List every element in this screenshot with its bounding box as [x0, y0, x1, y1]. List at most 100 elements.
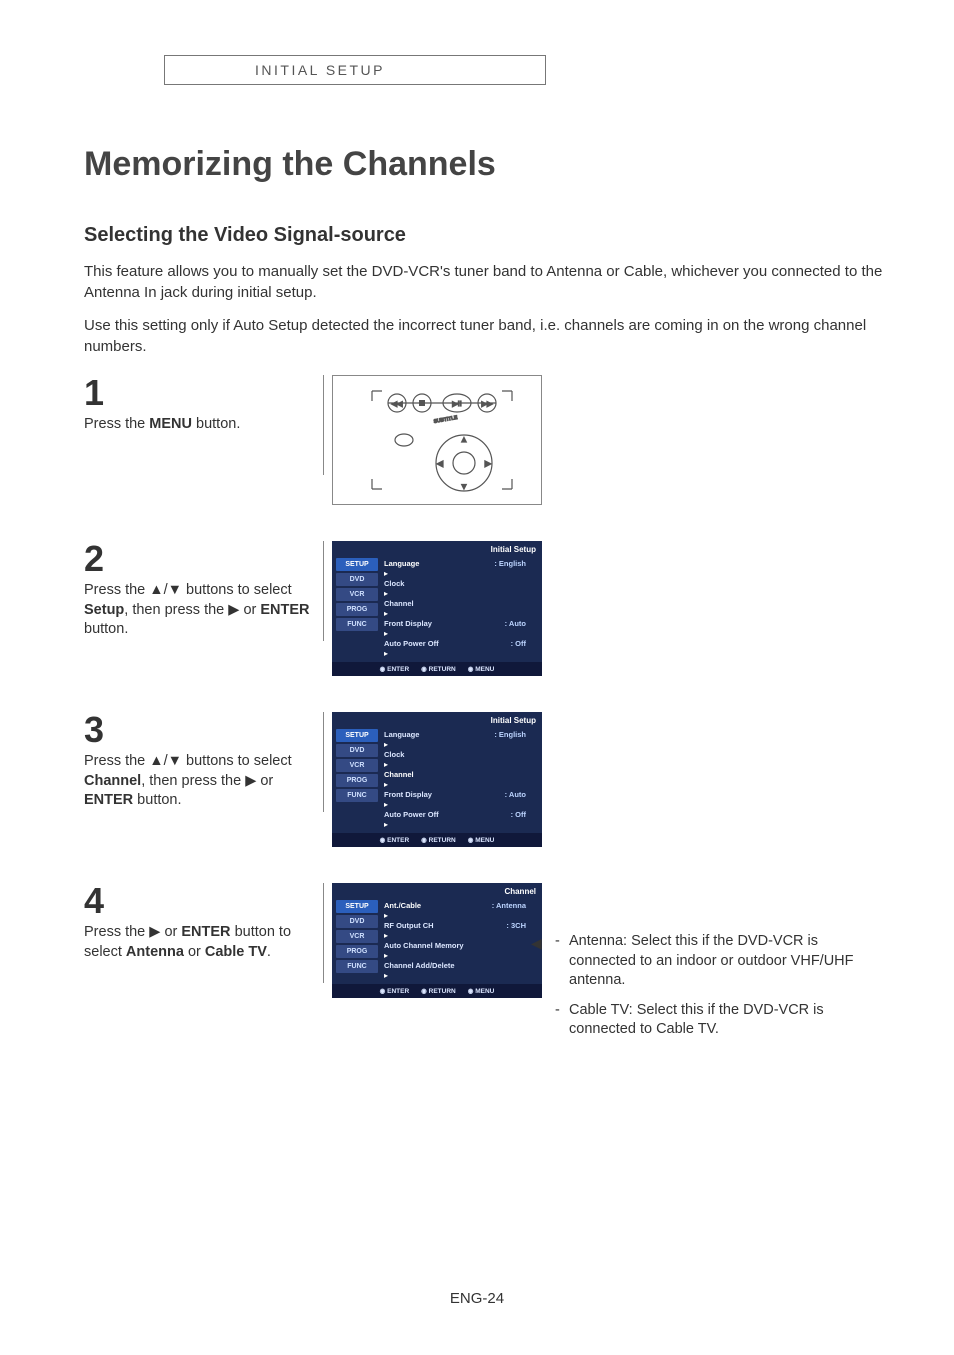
osd-tab-dvd: DVD [336, 573, 378, 586]
osd-item-value: : English [494, 730, 536, 739]
step-1-figure: ◀◀ ▶II ▶▶ SUBTITLE [324, 375, 544, 505]
osd-footer: ◉ ENTER ◉ RETURN ◉ MENU [332, 662, 542, 676]
step-3-text: 3 Press the ▲/▼ buttons to select Channe… [84, 712, 324, 812]
caret-icon: ▸ [384, 649, 388, 658]
osd-title: Initial Setup [332, 714, 542, 727]
bold-text: Channel [84, 773, 141, 789]
osd-item-label: Clock [384, 750, 404, 759]
osd-list: Language: English▸ Clock▸ Channel▸ Front… [378, 558, 538, 658]
right-arrow-icon: ▶ [245, 773, 256, 789]
intro-paragraph-1: This feature allows you to manually set … [84, 261, 894, 303]
label: MENU [475, 837, 494, 844]
label: RETURN [429, 666, 456, 673]
osd-item-label: Channel [384, 599, 414, 608]
osd-tabs: SETUP DVD VCR PROG FUNC [336, 729, 378, 829]
bold-text: ENTER [181, 924, 230, 940]
caret-icon: ▸ [384, 971, 388, 980]
updown-icon: ▲/▼ [149, 753, 182, 769]
osd-title: Channel [332, 885, 542, 898]
osd-footer: ◉ ENTER ◉ RETURN ◉ MENU [332, 833, 542, 847]
label: ENTER [387, 988, 409, 995]
label: ENTER [387, 837, 409, 844]
osd-tab-prog: PROG [336, 603, 378, 616]
osd-tab-prog: PROG [336, 945, 378, 958]
page-subtitle: Selecting the Video Signal-source [84, 224, 894, 247]
section-header-text: INITIAL SETUP [255, 62, 385, 78]
osd-item-value: : Off [511, 810, 536, 819]
caret-icon: ▸ [384, 629, 388, 638]
caret-icon: ▸ [384, 740, 388, 749]
step-number: 3 [84, 712, 313, 748]
svg-text:▲: ▲ [460, 435, 468, 444]
text: Press the [84, 582, 149, 598]
osd-item-label: Language [384, 730, 419, 739]
step-number: 2 [84, 541, 313, 577]
step-number: 1 [84, 375, 313, 411]
osd-footer-menu: ◉ MENU [468, 836, 495, 844]
osd-footer-menu: ◉ MENU [468, 987, 495, 995]
bold-text: ENTER [260, 602, 309, 618]
text: button. [133, 792, 181, 808]
osd-footer-return: ◉ RETURN [421, 836, 456, 844]
caret-icon: ▸ [384, 780, 388, 789]
svg-text:▶▶: ▶▶ [482, 401, 493, 408]
text: or [239, 602, 260, 618]
osd-item-value: : English [494, 559, 536, 568]
osd-footer-enter: ◉ ENTER [380, 987, 410, 995]
osd-title: Initial Setup [332, 543, 542, 556]
text: button. [192, 416, 240, 432]
osd-footer-return: ◉ RETURN [421, 987, 456, 995]
caret-icon: ▸ [384, 569, 388, 578]
osd-item-label: Clock [384, 579, 404, 588]
step-number: 4 [84, 883, 313, 919]
osd-list: Ant./Cable: Antenna▸ RF Output CH: 3CH▸ … [378, 900, 538, 980]
note-antenna: Antenna: Select this if the DVD-VCR is c… [569, 932, 875, 991]
osd-item-label: Auto Channel Memory [384, 941, 464, 950]
bold-text: Antenna [126, 944, 184, 960]
step-2-text: 2 Press the ▲/▼ buttons to select Setup,… [84, 541, 324, 641]
side-notes: ◀ -Antenna: Select this if the DVD-VCR i… [555, 932, 875, 1050]
osd-tab-vcr: VCR [336, 588, 378, 601]
dash-icon: - [555, 1001, 569, 1040]
pointer-arrow-icon: ◀ [531, 934, 542, 953]
osd-tab-prog: PROG [336, 774, 378, 787]
osd-tab-setup: SETUP [336, 900, 378, 913]
note-cable: Cable TV: Select this if the DVD-VCR is … [569, 1001, 875, 1040]
caret-icon: ▸ [384, 931, 388, 940]
bold-text: Cable TV [205, 944, 267, 960]
text: Press the [84, 416, 149, 432]
right-arrow-icon: ▶ [149, 924, 160, 940]
osd-tab-func: FUNC [336, 789, 378, 802]
osd-item-value: : Auto [505, 619, 536, 628]
svg-text:◀◀: ◀◀ [392, 401, 403, 408]
label: RETURN [429, 988, 456, 995]
bold-text: MENU [149, 416, 192, 432]
text: buttons to select [182, 753, 292, 769]
label: ENTER [387, 666, 409, 673]
osd-screenshot-setup-channel: Initial Setup SETUP DVD VCR PROG FUNC La… [332, 712, 542, 847]
caret-icon: ▸ [384, 951, 388, 960]
label: MENU [475, 666, 494, 673]
osd-item-label: Ant./Cable [384, 901, 421, 910]
osd-item-label: Channel [384, 770, 414, 779]
label: MENU [475, 988, 494, 995]
caret-icon: ▸ [384, 589, 388, 598]
osd-item-label: Auto Power Off [384, 810, 439, 819]
osd-item-label: Channel Add/Delete [384, 961, 455, 970]
osd-item-value: : Off [511, 639, 536, 648]
osd-tabs: SETUP DVD VCR PROG FUNC [336, 900, 378, 980]
osd-screenshot-channel: Channel SETUP DVD VCR PROG FUNC Ant./Cab… [332, 883, 542, 998]
osd-footer-return: ◉ RETURN [421, 665, 456, 673]
text: button. [84, 621, 128, 637]
section-header: INITIAL SETUP [164, 55, 546, 85]
remote-illustration: ◀◀ ▶II ▶▶ SUBTITLE [332, 375, 542, 505]
step-2: 2 Press the ▲/▼ buttons to select Setup,… [84, 541, 894, 676]
osd-item-label: RF Output CH [384, 921, 434, 930]
caret-icon: ▸ [384, 800, 388, 809]
label: RETURN [429, 837, 456, 844]
svg-text:▶: ▶ [485, 459, 492, 468]
svg-text:SUBTITLE: SUBTITLE [433, 415, 458, 425]
step-2-figure: Initial Setup SETUP DVD VCR PROG FUNC La… [324, 541, 544, 676]
osd-item-value: : Auto [505, 790, 536, 799]
steps-area: 1 Press the MENU button. ◀◀ ▶II ▶▶ [84, 375, 894, 998]
